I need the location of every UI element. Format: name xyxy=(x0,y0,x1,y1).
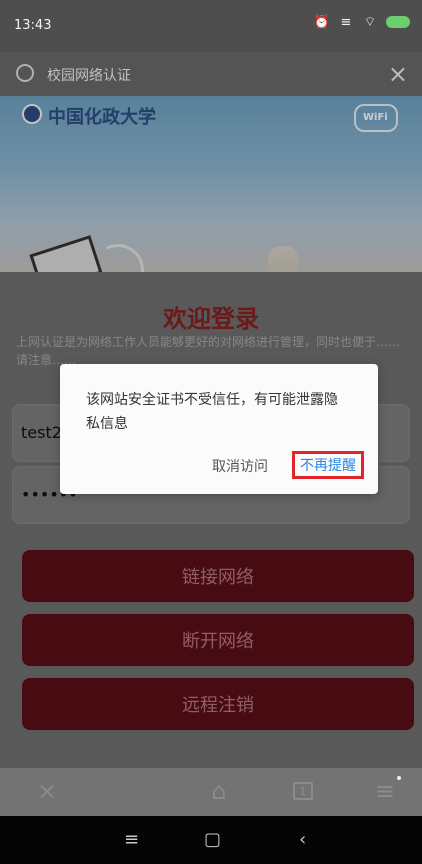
browser-toolbar: × › ⌂ 1 ≡ xyxy=(0,768,422,816)
back-button-icon[interactable]: ‹ xyxy=(299,829,306,850)
status-bar: 13:43 ⏰ ≡ ⌔ xyxy=(0,0,422,52)
tabs-icon[interactable]: 1 xyxy=(290,778,316,804)
status-time: 13:43 xyxy=(14,18,52,33)
home-button-icon[interactable]: ▢ xyxy=(204,829,221,850)
status-icons: ⏰ ≡ ⌔ xyxy=(313,14,410,30)
forward-icon[interactable]: › xyxy=(120,777,146,805)
dialog-message: 该网站安全证书不受信任，有可能泄露隐私信息 xyxy=(86,392,338,432)
security-certificate-dialog: 该网站安全证书不受信任，有可能泄露隐私信息 取消访问 不再提醒 xyxy=(60,364,378,494)
cancel-access-button[interactable]: 取消访问 xyxy=(212,456,268,476)
alarm-icon: ⏰ xyxy=(313,14,331,30)
recent-apps-icon[interactable]: ≡ xyxy=(124,829,139,850)
back-icon[interactable]: × xyxy=(34,777,60,805)
tabs-count: 1 xyxy=(293,782,313,800)
battery-icon xyxy=(386,16,410,28)
notification-dot xyxy=(397,776,401,780)
home-icon[interactable]: ⌂ xyxy=(206,777,232,805)
system-navigation-bar: ≡ ▢ ‹ xyxy=(0,816,422,864)
dont-remind-button[interactable]: 不再提醒 xyxy=(292,451,364,479)
menu-icon[interactable]: ≡ xyxy=(372,776,401,805)
sim-icon: ≡ xyxy=(340,14,352,30)
wifi-icon: ⌔ xyxy=(363,15,377,30)
